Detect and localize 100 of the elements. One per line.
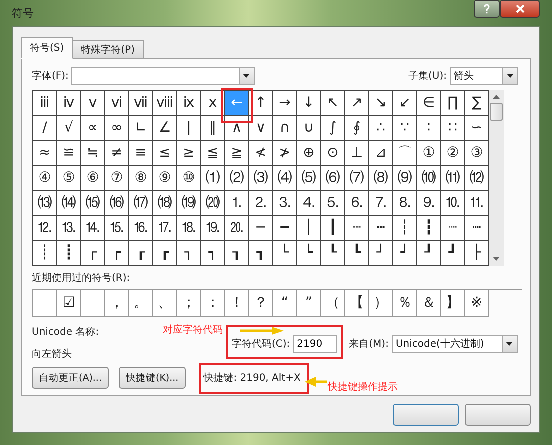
symbol-cell[interactable]: ∫	[321, 116, 345, 141]
recent-symbol-cell[interactable]: ）	[369, 290, 393, 317]
symbol-cell[interactable]: ∥	[201, 116, 225, 141]
symbol-cell[interactable]: ┄	[345, 216, 369, 241]
symbol-cell[interactable]: ┈	[441, 216, 465, 241]
symbol-cell[interactable]: v	[81, 91, 105, 116]
symbol-cell[interactable]: ⒉	[249, 191, 273, 216]
symbol-cell[interactable]: ⒀	[33, 191, 57, 216]
symbol-cell[interactable]: ⑽	[417, 166, 441, 191]
symbol-cell[interactable]: ④	[33, 166, 57, 191]
symbol-cell[interactable]: ∩	[273, 116, 297, 141]
symbol-cell[interactable]: iii	[33, 91, 57, 116]
symbol-cell[interactable]: ⒈	[225, 191, 249, 216]
symbol-cell[interactable]: ⒕	[81, 216, 105, 241]
symbol-cell[interactable]: vii	[129, 91, 153, 116]
symbol-cell[interactable]: ≈	[33, 141, 57, 166]
symbol-cell[interactable]: ┊	[33, 241, 57, 266]
symbol-cell[interactable]: ≦	[201, 141, 225, 166]
symbol-cell[interactable]: ⒅	[153, 191, 177, 216]
symbol-cell[interactable]: ⑴	[201, 166, 225, 191]
recent-symbol-cell[interactable]: ，	[105, 290, 129, 317]
symbol-cell[interactable]: ↗	[345, 91, 369, 116]
symbol-cell[interactable]: ⒔	[57, 216, 81, 241]
symbol-cell[interactable]: ⒃	[105, 191, 129, 216]
symbol-cell[interactable]: ≡	[129, 141, 153, 166]
symbol-cell[interactable]: ┍	[105, 241, 129, 266]
symbol-cell[interactable]: ┏	[153, 241, 177, 266]
recent-symbol-cell[interactable]: ＆	[417, 290, 441, 317]
symbol-cell[interactable]: ┚	[417, 241, 441, 266]
symbol-cell[interactable]: ∶	[417, 116, 441, 141]
symbol-cell[interactable]: ∠	[153, 116, 177, 141]
symbol-cell[interactable]: ⑾	[441, 166, 465, 191]
symbol-cell[interactable]: ≠	[105, 141, 129, 166]
symbol-cell[interactable]: ⑧	[129, 166, 153, 191]
symbol-cell[interactable]: ⑨	[153, 166, 177, 191]
symbol-cell[interactable]: ∮	[345, 116, 369, 141]
symbol-cell[interactable]: ├	[465, 241, 489, 266]
symbol-cell[interactable]: ┆	[393, 216, 417, 241]
symbol-cell[interactable]: →	[273, 91, 297, 116]
symbol-cell[interactable]: ┋	[57, 241, 81, 266]
symbol-cell[interactable]: vi	[105, 91, 129, 116]
recent-symbol-cell[interactable]: 、	[153, 290, 177, 317]
symbol-cell[interactable]: ≤	[153, 141, 177, 166]
symbol-cell[interactable]: ∣	[177, 116, 201, 141]
symbol-cell[interactable]: ⑦	[105, 166, 129, 191]
symbol-cell[interactable]: ⑷	[273, 166, 297, 191]
symbol-cell[interactable]: ⑹	[321, 166, 345, 191]
symbol-cell[interactable]: ⒒	[465, 191, 489, 216]
recent-symbol-cell[interactable]: ！	[225, 290, 249, 317]
symbol-cell[interactable]: │	[297, 216, 321, 241]
symbol-cell[interactable]: ⒎	[369, 191, 393, 216]
symbol-cell[interactable]: ↓	[297, 91, 321, 116]
recent-symbol-cell[interactable]: ☑	[57, 290, 81, 317]
symbol-cell[interactable]: ┉	[465, 216, 489, 241]
symbol-cell[interactable]: ─	[249, 216, 273, 241]
symbol-cell[interactable]: ⊥	[345, 141, 369, 166]
recent-symbol-cell[interactable]: 。	[129, 290, 153, 317]
symbol-cell[interactable]: ⒏	[393, 191, 417, 216]
symbol-cell[interactable]: ┓	[249, 241, 273, 266]
recent-symbol-cell[interactable]: ％	[393, 290, 417, 317]
recent-symbol-cell[interactable]: ？	[249, 290, 273, 317]
symbol-cell[interactable]: ⑵	[225, 166, 249, 191]
symbol-cell[interactable]: ┙	[393, 241, 417, 266]
symbol-cell[interactable]: viii	[153, 91, 177, 116]
symbol-cell[interactable]: ┒	[225, 241, 249, 266]
char-code-field[interactable]: 2190	[293, 335, 338, 353]
symbol-cell[interactable]: ∨	[249, 116, 273, 141]
symbol-cell[interactable]: ∪	[297, 116, 321, 141]
symbol-cell[interactable]: ⌒	[393, 141, 417, 166]
symbol-cell[interactable]: ⒘	[153, 216, 177, 241]
symbol-cell[interactable]: ⑸	[297, 166, 321, 191]
symbol-cell[interactable]: ↙	[393, 91, 417, 116]
symbol-cell[interactable]: iv	[57, 91, 81, 116]
symbol-cell[interactable]: ┖	[321, 241, 345, 266]
symbol-cell[interactable]: ┇	[417, 216, 441, 241]
symbol-cell[interactable]: √	[57, 116, 81, 141]
symbol-cell[interactable]: ⒌	[321, 191, 345, 216]
dialog-action-button[interactable]: 自动更正(A)...	[32, 367, 109, 389]
symbol-cell[interactable]: ①	[417, 141, 441, 166]
symbol-cell[interactable]: ⒋	[297, 191, 321, 216]
symbol-cell[interactable]: ∕	[33, 116, 57, 141]
symbol-cell[interactable]: ┑	[201, 241, 225, 266]
symbol-cell[interactable]: ⑼	[393, 166, 417, 191]
symbol-cell[interactable]: ⒁	[57, 191, 81, 216]
symbol-cell[interactable]: ∝	[81, 116, 105, 141]
recent-symbol-cell[interactable]: 】	[441, 290, 465, 317]
symbol-cell[interactable]: ⊿	[369, 141, 393, 166]
symbol-cell[interactable]: ⒚	[201, 216, 225, 241]
symbol-cell[interactable]: ⒓	[33, 216, 57, 241]
symbol-cell[interactable]: ⒂	[81, 191, 105, 216]
symbol-cell[interactable]: x	[201, 91, 225, 116]
symbol-cell[interactable]: ≒	[81, 141, 105, 166]
symbol-cell[interactable]: ∞	[105, 116, 129, 141]
symbol-cell[interactable]: ⑶	[249, 166, 273, 191]
symbol-cell[interactable]: ⑤	[57, 166, 81, 191]
symbol-cell[interactable]: ━	[273, 216, 297, 241]
symbol-cell[interactable]: ┌	[81, 241, 105, 266]
symbol-cell[interactable]: ≧	[225, 141, 249, 166]
symbol-cell[interactable]: ⒊	[273, 191, 297, 216]
symbol-cell[interactable]: ┛	[441, 241, 465, 266]
